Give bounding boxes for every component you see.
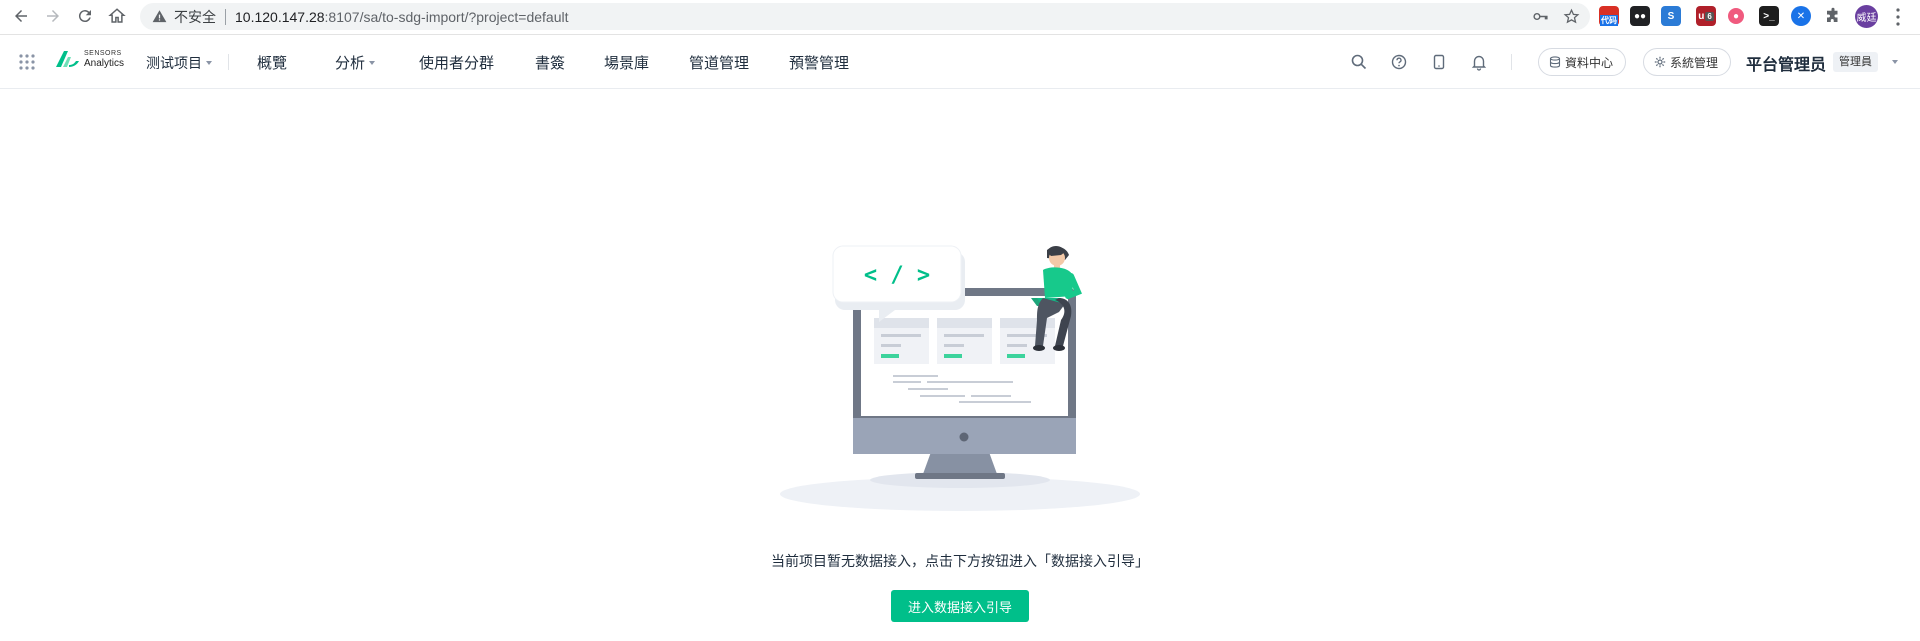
system-admin-button[interactable]: 系統管理: [1643, 48, 1732, 76]
forward-icon[interactable]: [42, 5, 64, 27]
nav-scene-library-label: 場景庫: [604, 55, 650, 72]
nav-analysis[interactable]: 分析: [335, 52, 376, 73]
profile-avatar[interactable]: 威廷: [1855, 5, 1878, 28]
data-center-button[interactable]: 資料中心: [1538, 48, 1627, 76]
nav-alert-management[interactable]: 預警管理: [789, 52, 849, 73]
logo-text: SENSORS Analytics: [84, 49, 124, 69]
chevron-down-icon: [369, 60, 376, 65]
extension-pink-icon[interactable]: ●: [1728, 8, 1744, 24]
database-icon: [1549, 56, 1561, 68]
browser-toolbar: 不安全 10.120.147.28:8107/sa/to-sdg-import/…: [0, 0, 1920, 35]
header-divider: [1511, 54, 1512, 70]
code-bubble-text: < / >: [864, 263, 930, 288]
nav-user-segments[interactable]: 使用者分群: [419, 52, 494, 73]
system-admin-label: 系統管理: [1670, 55, 1719, 70]
data-center-label: 資料中心: [1565, 55, 1614, 70]
mobile-icon[interactable]: [1430, 53, 1448, 71]
nav-scene-library[interactable]: 場景庫: [604, 52, 649, 73]
app-header: SENSORS Analytics 测试项目 概覽 分析 使用者分群 書簽 場景…: [0, 35, 1920, 89]
header-divider: [228, 54, 229, 70]
help-icon[interactable]: [1390, 53, 1408, 71]
logo-mark-icon: [56, 51, 79, 67]
empty-state-message: 当前项目暂无数据接入，点击下方按钮进入「数据接入引导」: [771, 553, 1149, 569]
url-path: :8107/sa/to-sdg-import/?project=default: [324, 8, 569, 25]
chevron-down-icon[interactable]: [1892, 60, 1898, 64]
bookmark-star-icon[interactable]: [1563, 8, 1580, 30]
nav-alert-management-label: 預警管理: [789, 55, 850, 72]
nav-pipeline-management[interactable]: 管道管理: [689, 52, 749, 73]
extension-cat-icon[interactable]: ●●: [1630, 6, 1650, 26]
bell-icon[interactable]: [1470, 53, 1488, 71]
user-name[interactable]: 平台管理员: [1746, 51, 1826, 75]
nav-overview[interactable]: 概覽: [257, 52, 287, 73]
project-switcher[interactable]: 测试项目: [146, 53, 212, 73]
data-import-guide-button[interactable]: 进入数据接入引导: [891, 590, 1029, 622]
home-icon[interactable]: [106, 5, 128, 27]
warning-icon: [152, 9, 168, 25]
nav-pipeline-management-label: 管道管理: [689, 55, 750, 72]
security-label[interactable]: 不安全: [174, 7, 216, 27]
extensions-puzzle-icon[interactable]: [1823, 6, 1843, 26]
extension-terminal-icon[interactable]: >_: [1759, 6, 1779, 26]
gear-icon: [1654, 56, 1666, 68]
nav-bookmarks-label: 書簽: [535, 55, 566, 72]
app-grid-icon[interactable]: [19, 54, 35, 70]
chevron-down-icon: [206, 61, 212, 65]
sensors-analytics-logo[interactable]: SENSORS Analytics: [54, 49, 124, 69]
project-name: 测试项目: [146, 55, 202, 71]
address-bar[interactable]: 不安全 10.120.147.28:8107/sa/to-sdg-import/…: [140, 3, 1590, 30]
nav-overview-label: 概覽: [257, 55, 288, 72]
extension-s-icon[interactable]: S: [1661, 6, 1681, 26]
url-host: 10.120.147.28: [235, 8, 325, 25]
browser-menu-icon[interactable]: [1896, 8, 1900, 31]
empty-state-illustration: < / >: [780, 245, 1140, 511]
extension-code-icon[interactable]: 代码: [1599, 6, 1619, 26]
url-text[interactable]: 10.120.147.28:8107/sa/to-sdg-import/?pro…: [235, 9, 569, 25]
nav-user-segments-label: 使用者分群: [419, 55, 495, 72]
search-icon[interactable]: [1350, 53, 1368, 71]
extension-code-label: 代码: [1600, 14, 1618, 26]
back-icon[interactable]: [10, 5, 32, 27]
nav-bookmarks[interactable]: 書簽: [535, 52, 565, 73]
reload-icon[interactable]: [74, 5, 96, 27]
extension-ublock-icon[interactable]: u6: [1696, 6, 1716, 26]
address-divider: [225, 8, 226, 25]
nav-analysis-label: 分析: [335, 55, 366, 72]
role-badge: 管理員: [1833, 52, 1878, 72]
key-icon[interactable]: [1532, 8, 1549, 30]
extension-blue-icon[interactable]: ✕: [1791, 6, 1811, 26]
logo-line-2: Analytics: [84, 58, 125, 69]
extension-badge-count: 6: [1705, 11, 1714, 21]
